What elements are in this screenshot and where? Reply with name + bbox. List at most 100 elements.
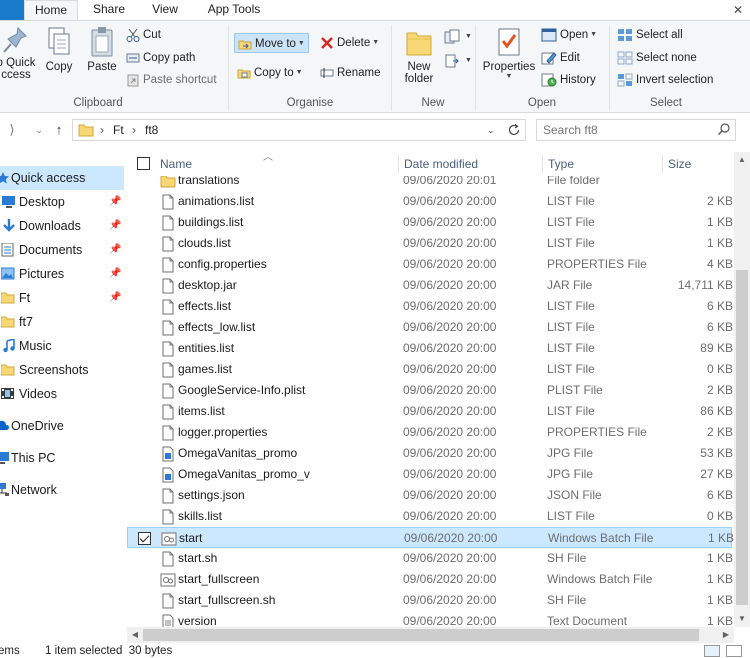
file-row[interactable]: entities.list 09/06/2020 20:00 LIST File 89… [127, 338, 733, 359]
invert-selection-button[interactable]: Invert selection [617, 70, 713, 90]
copy-to-button[interactable]: Copy to ▼ [237, 63, 303, 83]
file-size: 0 KB [706, 362, 733, 376]
select-all-button[interactable]: Select all [617, 25, 683, 45]
file-row[interactable]: clouds.list 09/06/2020 20:00 LIST File 1 KB [127, 233, 733, 254]
breadcrumb-ft8[interactable]: ft8 [145, 122, 158, 138]
paste-shortcut-button[interactable]: Paste shortcut [126, 70, 217, 90]
back-button[interactable]: ⟩ [4, 121, 20, 139]
file-row[interactable]: OmegaVanitas_promo 09/06/2020 20:00 JPG Fi… [127, 443, 733, 464]
sidebar-item-pictures[interactable]: Pictures 📌 [0, 262, 124, 286]
file-row[interactable]: effects_low.list 09/06/2020 20:00 LIST Fil… [127, 317, 733, 338]
open-button[interactable]: Open ▼ [541, 25, 597, 45]
copy-path-button[interactable]: Copy path [126, 48, 195, 68]
chevron-down-icon[interactable]: ⌄ [487, 122, 495, 138]
file-row[interactable]: config.properties 09/06/2020 20:00 PROPERT… [127, 254, 733, 275]
sidebar-item-screenshots[interactable]: Screenshots [0, 358, 124, 382]
sidebar-item-ft[interactable]: Ft 📌 [0, 286, 124, 310]
file-row[interactable]: start 09/06/2020 20:00 Windows Batch File 1… [127, 527, 734, 548]
batch-file-icon [160, 573, 176, 587]
open-label: Open [560, 29, 589, 42]
file-icon [162, 257, 174, 273]
file-row[interactable]: effects.list 09/06/2020 20:00 LIST File 6 K… [127, 296, 733, 317]
select-all-label: Select all [636, 29, 683, 41]
tab-share[interactable]: Share [82, 0, 136, 20]
scroll-down-arrow-icon[interactable]: ▼ [734, 611, 750, 627]
sidebar-item-this-pc[interactable]: This PC [0, 446, 124, 470]
paste-button[interactable]: Paste [84, 25, 120, 73]
file-row[interactable]: items.list 09/06/2020 20:00 LIST File 86 KB [127, 401, 733, 422]
file-row[interactable]: desktop.jar 09/06/2020 20:00 JAR File 14,71… [127, 275, 733, 296]
select-none-button[interactable]: Select none [617, 48, 697, 68]
cut-button[interactable]: Cut [126, 25, 161, 45]
tab-app-tools[interactable]: App Tools [196, 0, 272, 20]
tab-view[interactable]: View [140, 0, 190, 20]
file-row[interactable]: buildings.list 09/06/2020 20:00 LIST File 1… [127, 212, 733, 233]
select-all-checkbox[interactable] [137, 157, 150, 170]
copy-button[interactable]: Copy [42, 25, 76, 73]
search-box[interactable] [536, 119, 736, 141]
column-header-name[interactable]: Name [155, 155, 399, 173]
file-row[interactable]: version 09/06/2020 20:00 Text Document 1 KB [127, 611, 733, 627]
sidebar-item-network[interactable]: Network [0, 478, 124, 502]
file-date: 09/06/2020 20:00 [403, 551, 497, 565]
column-header-type[interactable]: Type [543, 155, 663, 173]
sidebar-item-quick-access[interactable]: Quick access [0, 166, 124, 190]
large-icons-view-button[interactable] [726, 645, 742, 657]
new-item-button[interactable]: ▼ [444, 27, 472, 47]
close-button[interactable]: ✕ [726, 2, 750, 18]
file-row[interactable]: OmegaVanitas_promo_v 09/06/2020 20:00 JPG … [127, 464, 733, 485]
address-bar[interactable]: › Ft › ft8 ⌄ [72, 119, 526, 141]
horizontal-scrollbar[interactable]: ◀ ▶ [127, 627, 734, 643]
properties-label: Properties [482, 61, 536, 73]
sidebar-item-downloads[interactable]: Downloads 📌 [0, 214, 124, 238]
tab-home[interactable]: Home [24, 0, 78, 21]
file-row[interactable]: animations.list 09/06/2020 20:00 LIST File… [127, 191, 733, 212]
file-row[interactable]: start_fullscreen.sh 09/06/2020 20:00 SH Fi… [127, 590, 733, 611]
properties-button[interactable]: Properties ▼ [480, 25, 538, 80]
scroll-right-arrow-icon[interactable]: ▶ [718, 627, 734, 643]
file-row[interactable]: games.list 09/06/2020 20:00 LIST File 0 KB [127, 359, 733, 380]
file-row[interactable]: settings.json 09/06/2020 20:00 JSON File 6 … [127, 485, 733, 506]
delete-button[interactable]: Delete ▼ [320, 33, 379, 53]
breadcrumb-ft[interactable]: Ft [113, 122, 124, 138]
sidebar-item-videos[interactable]: Videos [0, 382, 124, 406]
history-button[interactable]: History [541, 70, 596, 90]
move-to-button[interactable]: Move to ▼ [234, 33, 309, 53]
sidebar-item-documents[interactable]: Documents 📌 [0, 238, 124, 262]
file-row[interactable]: start_fullscreen 09/06/2020 20:00 Windows … [127, 569, 733, 590]
invert-selection-icon [617, 73, 633, 87]
file-row[interactable]: start.sh 09/06/2020 20:00 SH File 1 KB [127, 548, 733, 569]
column-header-size[interactable]: Size [663, 155, 734, 173]
pin-icon: 📌 [109, 244, 122, 255]
scroll-left-arrow-icon[interactable]: ◀ [127, 627, 143, 643]
refresh-icon[interactable] [507, 123, 521, 137]
up-button[interactable]: ↑ [50, 121, 68, 139]
search-input[interactable] [543, 122, 703, 138]
file-row[interactable]: skills.list 09/06/2020 20:00 LIST File 0 KB [127, 506, 733, 527]
file-row[interactable]: GoogleService-Info.plist 09/06/2020 20:00… [127, 380, 733, 401]
file-icon [162, 341, 174, 357]
new-folder-button[interactable]: New folder [398, 25, 440, 85]
file-row[interactable]: logger.properties 09/06/2020 20:00 PROPERT… [127, 422, 733, 443]
sidebar-item-music[interactable]: Music [0, 334, 124, 358]
easy-access-button[interactable]: ▼ [444, 51, 472, 71]
sidebar-item-desktop[interactable]: Desktop 📌 [0, 190, 124, 214]
sidebar-item-label: Pictures [19, 267, 65, 281]
vertical-scroll-thumb[interactable] [736, 270, 748, 605]
sidebar-item-ft7[interactable]: ft7 [0, 310, 124, 334]
file-type: LIST File [547, 341, 595, 355]
column-header-date[interactable]: Date modified [399, 155, 543, 173]
pin-to-quick-access-button[interactable]: o Quick ccess [0, 25, 38, 81]
rename-button[interactable]: Rename [320, 63, 380, 83]
recent-locations-button[interactable]: ⌄ [32, 121, 46, 139]
horizontal-scroll-thumb[interactable] [143, 629, 699, 641]
scroll-up-arrow-icon[interactable]: ▲ [734, 152, 750, 168]
vertical-scrollbar[interactable]: ▲ ▼ [734, 152, 750, 627]
sidebar-item-onedrive[interactable]: OneDrive [0, 414, 124, 438]
details-view-button[interactable] [704, 645, 720, 657]
file-tab[interactable] [0, 0, 24, 20]
row-checkbox[interactable] [138, 532, 151, 545]
sidebar-item-label: Music [19, 339, 52, 353]
file-icon [162, 383, 174, 399]
edit-button[interactable]: Edit [541, 48, 580, 68]
